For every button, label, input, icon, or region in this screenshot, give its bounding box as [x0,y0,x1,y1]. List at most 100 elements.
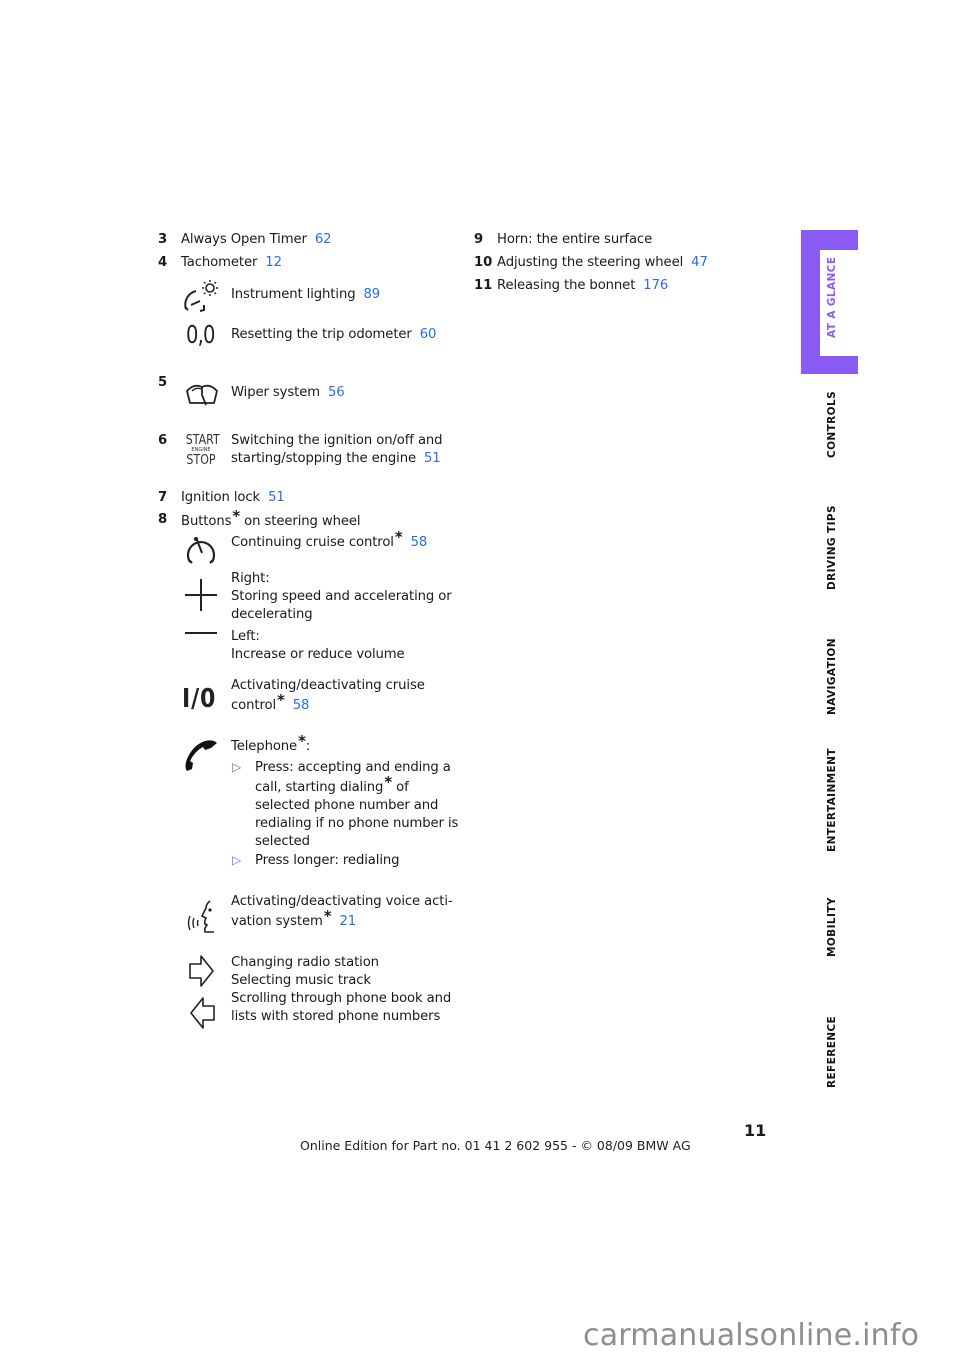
item-horn: Horn: the entire surface [497,231,652,249]
page-link[interactable]: 12 [265,255,282,270]
item-number: 10 [474,255,493,270]
item-label-line: vation system [231,914,323,929]
item-label: Always Open Timer [181,232,307,247]
item-label: Buttons [181,514,232,529]
item-label-line: Scrolling through phone book and [231,991,452,1006]
item-label-line: Right: [231,571,270,586]
item-ignition-engine: Switching the ignition on/off and starti… [231,432,443,468]
bullet-line: selected phone number and [255,798,439,813]
item-label: on steering wheel [240,514,361,529]
side-tab-mobility[interactable]: MOBILITY [826,897,838,957]
side-tab-reference[interactable]: REFERENCE [826,1016,838,1088]
item-label-line: Increase or reduce volume [231,647,405,662]
page-link[interactable]: 56 [328,385,345,400]
page-link[interactable]: 62 [315,232,332,247]
item-always-open-timer: Always Open Timer 62 [181,231,332,249]
bullet-line: selected [255,834,310,849]
page-link[interactable]: 176 [643,278,668,293]
sub-voice-activation: Activating/deactivating voice acti- vati… [231,893,453,931]
item-steering-buttons: Buttons* on steering wheel [181,507,361,531]
item-label: Continuing cruise control [231,535,394,550]
asterisk: * [277,691,285,709]
watermark: carmanualsonline.info [583,1318,920,1353]
wiper-icon [186,384,218,406]
item-label-line: Switching the ignition on/off and [231,433,443,448]
side-tab-entertainment[interactable]: ENTERTAINMENT [826,748,838,852]
arrow-left-icon [190,997,215,1029]
item-number: 3 [158,232,168,247]
colon: : [305,739,311,754]
item-label-line: Storing speed and accelerating or [231,589,452,604]
bullet-icon: ▷ [232,853,242,867]
bullet-icon: ▷ [232,760,242,774]
item-label: Releasing the bonnet [497,278,636,293]
item-label-line: control [231,698,277,713]
item-number: 9 [474,232,484,247]
cruise-on-off-icon: I/0 [182,684,217,714]
item-number: 7 [158,490,168,505]
asterisk: * [394,528,403,546]
item-label: Wiper system [231,385,320,400]
sub-arrows: Changing radio station Selecting music t… [231,954,451,1026]
side-tab-at-a-glance[interactable]: AT A GLANCE [826,257,838,338]
item-label: Horn: the entire surface [497,232,653,247]
page-number: 11 [744,1121,767,1140]
sub-activating-cruise-control: Activating/deactivating cruise control* 5… [231,677,425,715]
asterisk: * [384,773,393,791]
item-label: Instrument lighting [231,287,356,302]
trip-odometer-icon: 0,0 [186,320,215,349]
item-tachometer: Tachometer 12 [181,254,282,272]
sub-trip-odometer: Resetting the trip odometer 60 [231,326,436,344]
page-link[interactable]: 58 [411,535,428,550]
plus-icon [185,579,217,611]
page-link[interactable]: 58 [293,698,310,713]
telephone-icon [185,740,217,771]
start-stop-icon: START ENGINE STOP [183,434,220,468]
sub-continuing-cruise-control: Continuing cruise control* 58 [231,528,428,552]
asterisk: * [232,507,241,525]
instrument-lighting-icon [184,280,218,312]
item-label-line: decelerating [231,607,313,622]
item-number: 8 [158,512,168,527]
telephone-bullet-press: Press: accepting and ending a call, star… [255,759,458,851]
sub-left-minus: Left: Increase or reduce volume [231,628,405,664]
sub-instrument-lighting: Instrument lighting 89 [231,286,380,304]
item-label-line: Activating/deactivating cruise [231,678,425,693]
side-tab-navigation[interactable]: NAVIGATION [826,638,838,715]
bullet-line: Press: accepting and ending a [255,760,451,775]
manual-page: 3 Always Open Timer 62 4 Tachometer 12 Ins… [0,0,960,1358]
item-label-line: Changing radio station [231,955,379,970]
asterisk: * [323,907,332,925]
item-label-line: Left: [231,629,260,644]
stop-text: STOP [186,453,216,468]
item-ignition-lock: Ignition lock 51 [181,489,285,507]
page-link[interactable]: 60 [420,327,437,342]
page-link[interactable]: 51 [268,490,285,505]
item-label: Telephone [231,739,298,754]
page-link[interactable]: 51 [424,451,441,466]
arrow-right-icon [189,955,214,987]
item-label: Tachometer [181,255,258,270]
cruise-control-continue-icon [186,537,216,564]
item-wiper-system: Wiper system 56 [231,384,345,402]
minus-icon [185,632,217,634]
page-link[interactable]: 47 [691,255,708,270]
item-number: 6 [158,433,168,448]
bullet-line: of [392,780,409,795]
voice-activation-icon [187,900,214,933]
item-number: 5 [158,375,168,390]
item-bonnet-release: Releasing the bonnet 176 [497,277,668,295]
telephone-bullet-press-longer: Press longer: redialing [255,852,400,870]
side-tab-driving-tips[interactable]: DRIVING TIPS [826,505,838,590]
sub-right-plus: Right: Storing speed and accelerating or… [231,570,452,624]
side-tab-controls[interactable]: CONTROLS [826,391,838,458]
page-link[interactable]: 21 [339,914,356,929]
sub-telephone: Telephone*: [231,732,311,756]
item-label: Resetting the trip odometer [231,327,412,342]
page-link[interactable]: 89 [363,287,380,302]
asterisk: * [298,732,306,750]
item-label: Ignition lock [181,490,261,505]
item-number: 4 [158,255,168,270]
bullet-line: Press longer: redialing [255,853,400,868]
item-label-line: Selecting music track [231,973,371,988]
